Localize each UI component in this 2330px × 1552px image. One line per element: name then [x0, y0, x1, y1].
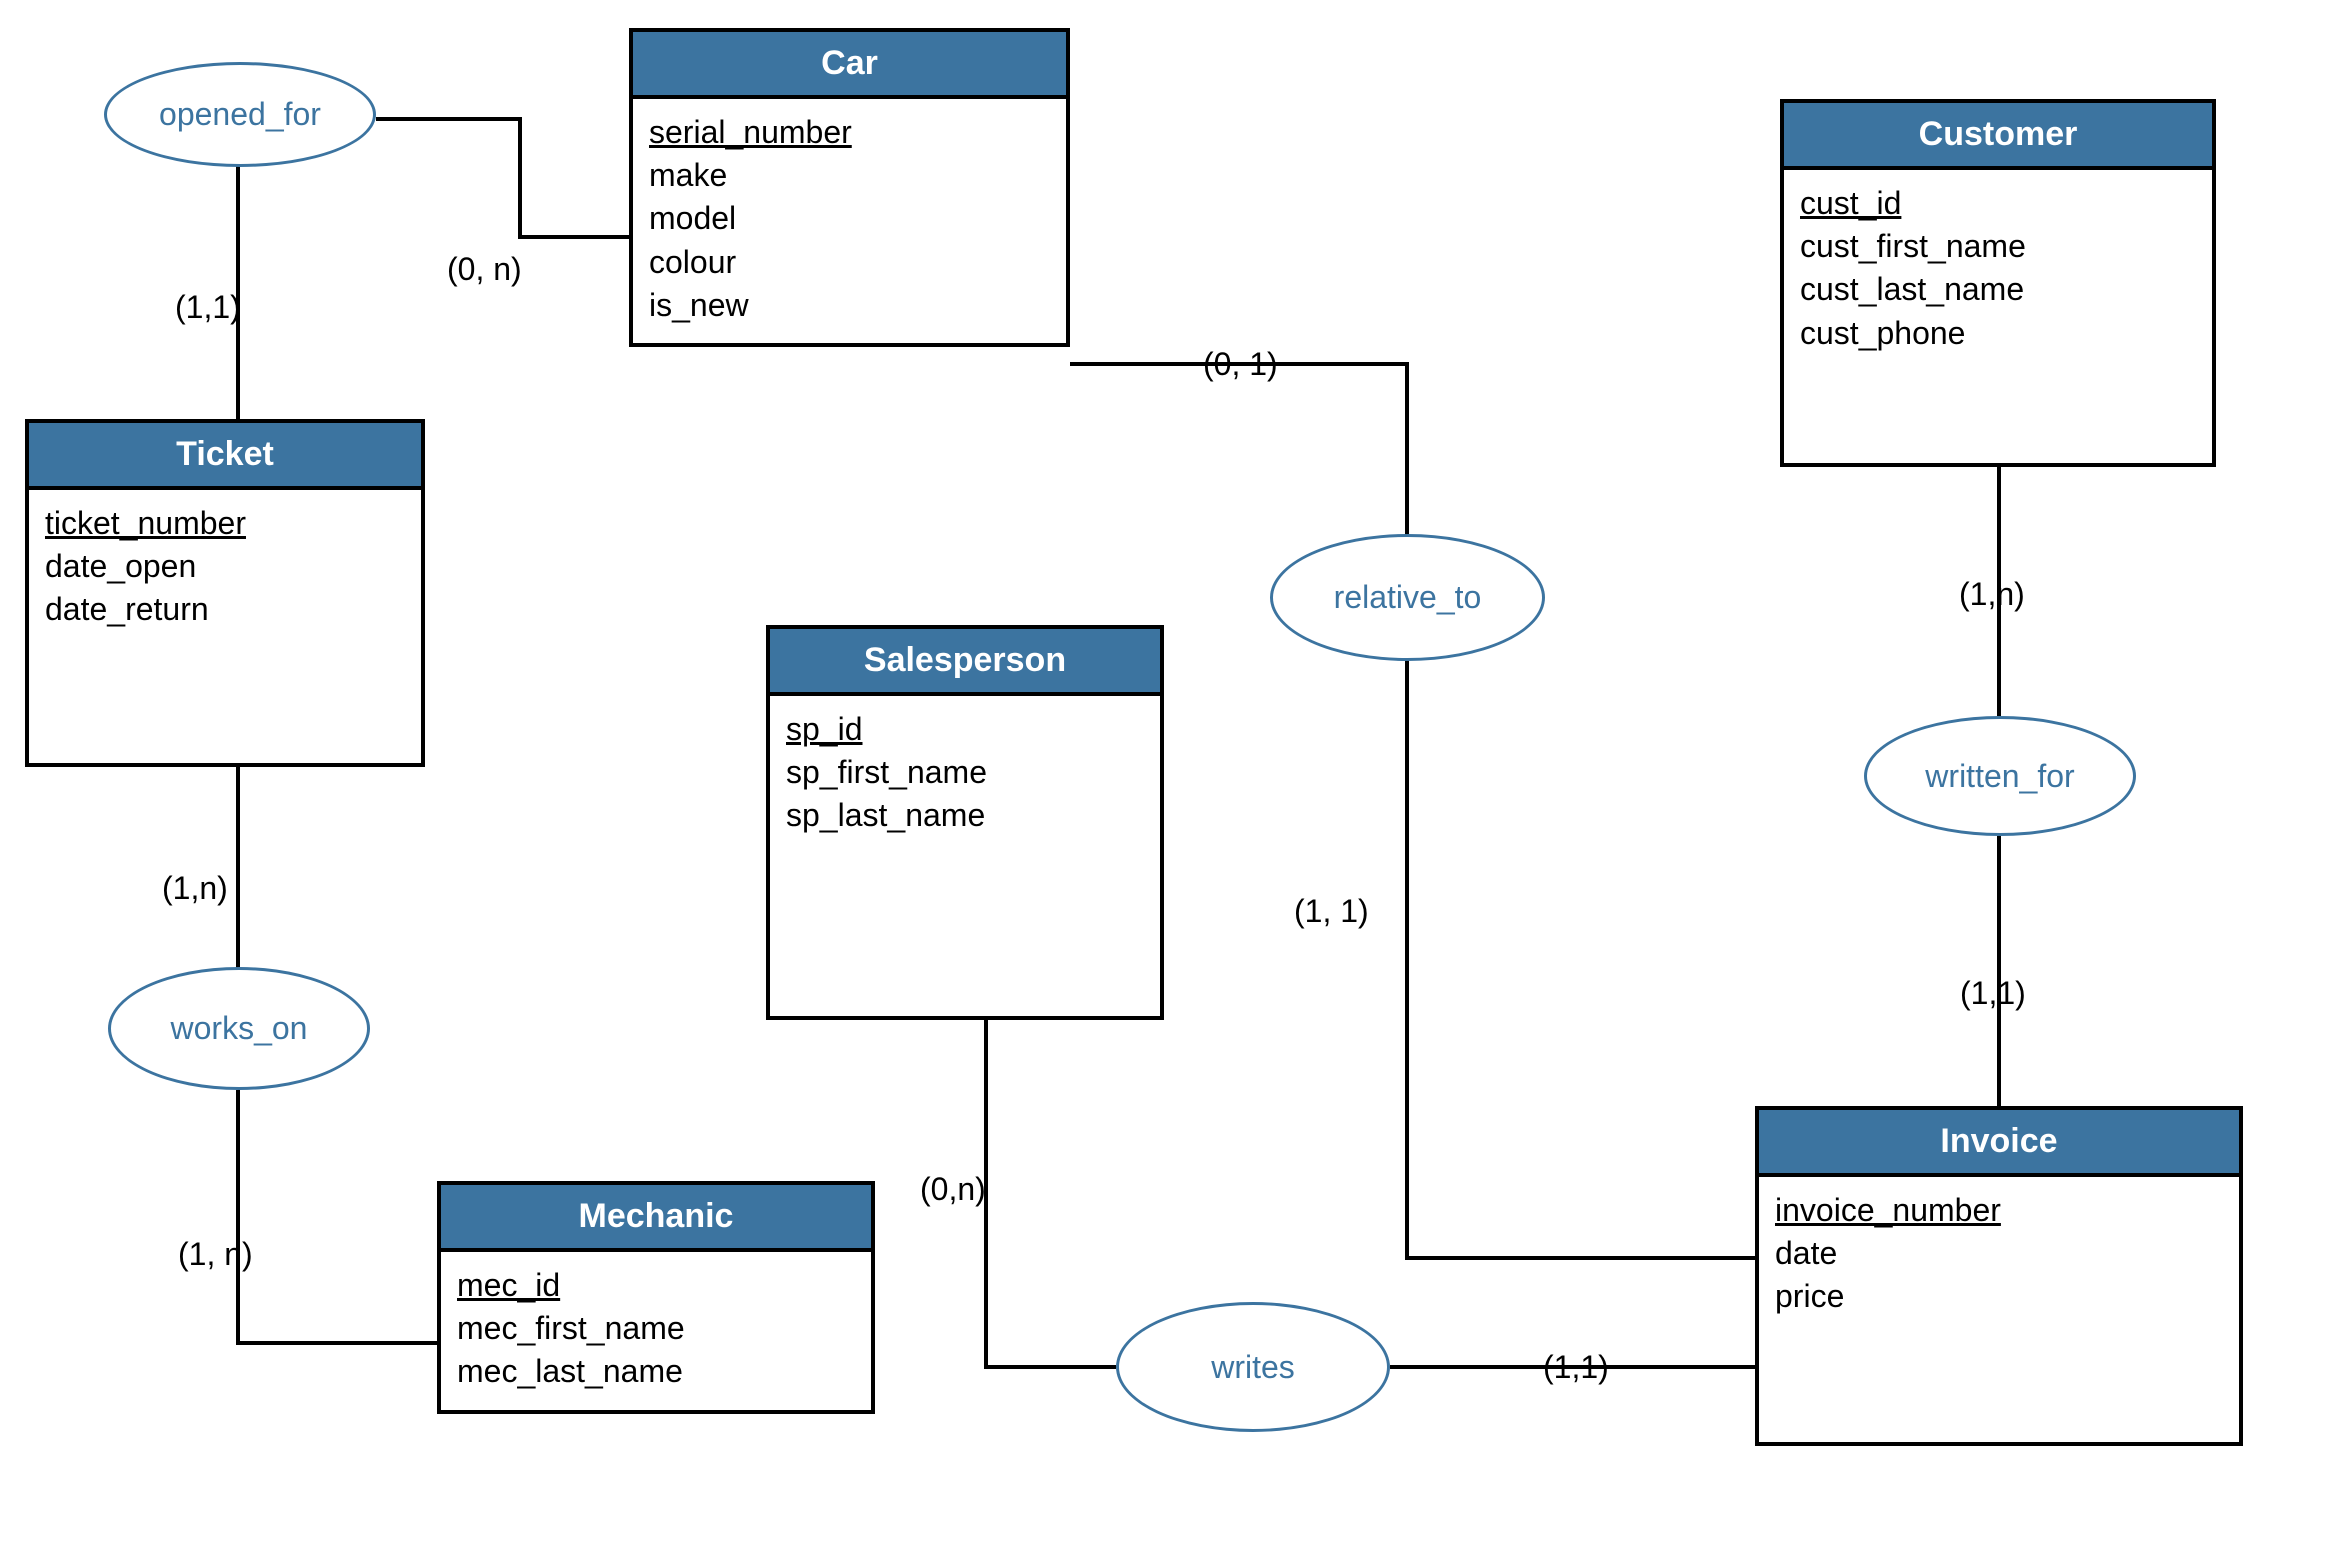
entity-ticket-body: ticket_number date_open date_return [29, 490, 421, 648]
attr: colour [649, 241, 1050, 284]
attr: date_open [45, 545, 405, 588]
rel-label: opened_for [159, 96, 321, 133]
rel-written-for: written_for [1864, 716, 2136, 836]
attr: invoice_number [1775, 1189, 2223, 1232]
entity-customer: Customer cust_id cust_first_name cust_la… [1780, 99, 2216, 467]
er-diagram: Car serial_number make model colour is_n… [0, 0, 2330, 1552]
card-written-for-customer: (1,n) [1959, 576, 2025, 613]
attr: cust_last_name [1800, 268, 2196, 311]
attr: date_return [45, 588, 405, 631]
attr: is_new [649, 284, 1050, 327]
rel-relative-to: relative_to [1270, 534, 1545, 661]
rel-label: writes [1211, 1349, 1295, 1386]
card-writes-salesperson: (0,n) [920, 1171, 986, 1208]
card-works-on-mechanic: (1, n) [178, 1236, 253, 1273]
rel-label: relative_to [1334, 579, 1482, 616]
attr: sp_id [786, 708, 1144, 751]
entity-ticket: Ticket ticket_number date_open date_retu… [25, 419, 425, 767]
entity-salesperson-body: sp_id sp_first_name sp_last_name [770, 696, 1160, 854]
card-opened-for-ticket: (1,1) [175, 289, 241, 326]
rel-opened-for: opened_for [104, 62, 376, 167]
entity-salesperson: Salesperson sp_id sp_first_name sp_last_… [766, 625, 1164, 1020]
rel-writes: writes [1116, 1302, 1390, 1432]
card-relative-to-car: (0, 1) [1203, 346, 1278, 383]
attr: ticket_number [45, 502, 405, 545]
entity-invoice-body: invoice_number date price [1759, 1177, 2239, 1335]
rel-works-on: works_on [108, 967, 370, 1090]
attr: model [649, 197, 1050, 240]
entity-salesperson-title: Salesperson [770, 629, 1160, 696]
entity-customer-body: cust_id cust_first_name cust_last_name c… [1784, 170, 2212, 371]
entity-mechanic-body: mec_id mec_first_name mec_last_name [441, 1252, 871, 1410]
attr: mec_first_name [457, 1307, 855, 1350]
attr: cust_first_name [1800, 225, 2196, 268]
entity-mechanic: Mechanic mec_id mec_first_name mec_last_… [437, 1181, 875, 1414]
entity-car: Car serial_number make model colour is_n… [629, 28, 1070, 347]
card-works-on-ticket: (1,n) [162, 870, 228, 907]
attr: sp_last_name [786, 794, 1144, 837]
attr: make [649, 154, 1050, 197]
entity-customer-title: Customer [1784, 103, 2212, 170]
attr: sp_first_name [786, 751, 1144, 794]
card-relative-to-invoice: (1, 1) [1294, 893, 1369, 930]
attr: mec_last_name [457, 1350, 855, 1393]
entity-invoice-title: Invoice [1759, 1110, 2239, 1177]
attr: cust_phone [1800, 312, 2196, 355]
rel-label: written_for [1925, 758, 2074, 795]
rel-label: works_on [171, 1010, 308, 1047]
attr: date [1775, 1232, 2223, 1275]
entity-ticket-title: Ticket [29, 423, 421, 490]
attr: price [1775, 1275, 2223, 1318]
card-opened-for-car: (0, n) [447, 251, 522, 288]
attr: cust_id [1800, 182, 2196, 225]
entity-invoice: Invoice invoice_number date price [1755, 1106, 2243, 1446]
entity-car-title: Car [633, 32, 1066, 99]
entity-mechanic-title: Mechanic [441, 1185, 871, 1252]
attr: mec_id [457, 1264, 855, 1307]
entity-car-body: serial_number make model colour is_new [633, 99, 1066, 343]
attr: serial_number [649, 111, 1050, 154]
card-written-for-invoice: (1,1) [1960, 975, 2026, 1012]
card-writes-invoice: (1,1) [1543, 1349, 1609, 1386]
